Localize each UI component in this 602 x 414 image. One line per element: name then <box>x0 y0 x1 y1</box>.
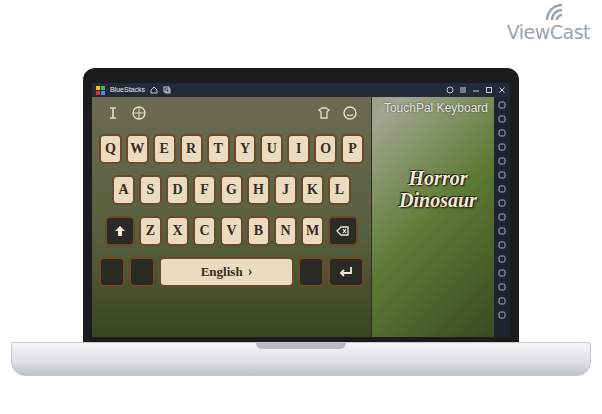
close-icon[interactable] <box>498 86 506 94</box>
symbols-key[interactable] <box>99 257 125 287</box>
key-row: QWERTYUIOP <box>99 134 364 164</box>
maximize-icon[interactable] <box>485 86 493 94</box>
toolbar-tool-icon[interactable] <box>498 101 506 109</box>
brand-label: TouchPal Keyboard <box>384 101 488 115</box>
tabs-icon[interactable] <box>163 86 171 94</box>
letter-key[interactable]: S <box>139 175 162 205</box>
app-body: QWERTYUIOP ASDFGHJKL ZXCVBNM English › TouchP… <box>92 97 510 337</box>
toolbar-tool-icon[interactable] <box>498 115 506 123</box>
toolbar-tool-icon[interactable] <box>498 185 506 193</box>
numbers-key[interactable] <box>129 257 155 287</box>
toolbar-tool-icon[interactable] <box>498 157 506 165</box>
key-row: ASDFGHJKL <box>99 175 364 205</box>
letter-key[interactable]: L <box>328 175 351 205</box>
toolbar-tool-icon[interactable] <box>498 227 506 235</box>
toolbar-tool-icon[interactable] <box>498 199 506 207</box>
toolbar-tool-icon[interactable] <box>498 171 506 179</box>
signal-waves-icon <box>546 4 576 22</box>
globe-icon[interactable] <box>131 105 147 121</box>
letter-key[interactable]: H <box>247 175 270 205</box>
window-title: BlueStacks <box>110 86 145 94</box>
backspace-key[interactable] <box>328 216 358 246</box>
letter-key[interactable]: W <box>126 134 149 164</box>
theme-title: Horror Dinosaur <box>388 167 488 211</box>
letter-key[interactable]: P <box>341 134 364 164</box>
letter-key[interactable]: M <box>301 216 324 246</box>
letter-key[interactable]: G <box>220 175 243 205</box>
toolbar-tool-icon[interactable] <box>498 269 506 277</box>
backspace-icon <box>336 224 350 238</box>
laptop-base <box>11 342 591 376</box>
watermark: ViewCast <box>0 0 602 68</box>
toolbar-tool-icon[interactable] <box>498 241 506 249</box>
emoji-icon[interactable] <box>342 105 358 121</box>
keyboard-toolbar <box>99 103 364 123</box>
toolbar-tool-icon[interactable] <box>498 283 506 291</box>
letter-key[interactable]: E <box>153 134 176 164</box>
side-toolbar <box>494 97 510 337</box>
punctuation-key[interactable] <box>298 257 324 287</box>
toolbar-tool-icon[interactable] <box>498 255 506 263</box>
shift-key[interactable] <box>105 216 135 246</box>
key-row: ZXCVBNM <box>99 216 364 246</box>
letter-key[interactable]: B <box>247 216 270 246</box>
language-arrow: › <box>248 264 253 280</box>
promo-image: QWERTYUIOP ASDFGHJKL ZXCVBNM English › TouchP… <box>92 97 494 337</box>
promo-text-area: TouchPal Keyboard Horror Dinosaur <box>372 97 494 337</box>
help-icon[interactable] <box>446 86 454 94</box>
toolbar-tool-icon[interactable] <box>498 143 506 151</box>
laptop: BlueStacksQWERTYUIOPASDFGHJKLZXCVBNMEngl… <box>11 68 591 376</box>
letter-key[interactable]: A <box>112 175 135 205</box>
enter-key[interactable] <box>328 257 364 287</box>
toolbar-tool-icon[interactable] <box>498 311 506 319</box>
home-icon[interactable] <box>150 86 158 94</box>
toolbar-tool-icon[interactable] <box>498 129 506 137</box>
letter-key[interactable]: F <box>193 175 216 205</box>
letter-key[interactable]: U <box>260 134 283 164</box>
letter-key[interactable]: K <box>301 175 324 205</box>
laptop-screen: BlueStacksQWERTYUIOPASDFGHJKLZXCVBNMEngl… <box>83 68 519 342</box>
viewcast-logo: ViewCast <box>507 4 590 68</box>
enter-arrow-icon <box>338 265 354 279</box>
menu-icon[interactable] <box>459 86 467 94</box>
toolbar-tool-icon[interactable] <box>498 213 506 221</box>
keyboard: QWERTYUIOP ASDFGHJKL ZXCVBNM English › <box>92 97 372 337</box>
page: ViewCast BlueStacks QWERTYUIOP ASDFGHJKL ZXC… <box>0 0 602 414</box>
laptop-notch <box>256 343 346 349</box>
letter-key[interactable]: X <box>166 216 189 246</box>
toolbar-tool-icon[interactable] <box>498 297 506 305</box>
app-window: BlueStacksQWERTYUIOPASDFGHJKLZXCVBNMEngl… <box>92 83 510 337</box>
theme-shirt-icon[interactable] <box>316 105 332 121</box>
letter-key[interactable]: O <box>314 134 337 164</box>
letter-key[interactable]: R <box>180 134 203 164</box>
letter-key[interactable]: T <box>207 134 230 164</box>
letter-key[interactable]: N <box>274 216 297 246</box>
letter-key[interactable]: Y <box>234 134 257 164</box>
language-label: English <box>201 264 243 280</box>
letter-key[interactable]: I <box>287 134 310 164</box>
letter-key[interactable]: J <box>274 175 297 205</box>
letter-key[interactable]: D <box>166 175 189 205</box>
minimize-icon[interactable] <box>472 86 480 94</box>
shift-arrow-icon <box>113 224 127 238</box>
letter-key[interactable]: Q <box>99 134 122 164</box>
title-bar: BlueStacks <box>92 83 510 97</box>
letter-key[interactable]: V <box>220 216 243 246</box>
bluestacks-logo-icon <box>96 86 105 95</box>
space-bar[interactable]: English › <box>159 257 294 287</box>
cursor-icon[interactable] <box>105 105 121 121</box>
key-row: English › <box>99 257 364 287</box>
logo-text: ViewCast <box>507 22 590 43</box>
letter-key[interactable]: C <box>193 216 216 246</box>
letter-key[interactable]: Z <box>139 216 162 246</box>
